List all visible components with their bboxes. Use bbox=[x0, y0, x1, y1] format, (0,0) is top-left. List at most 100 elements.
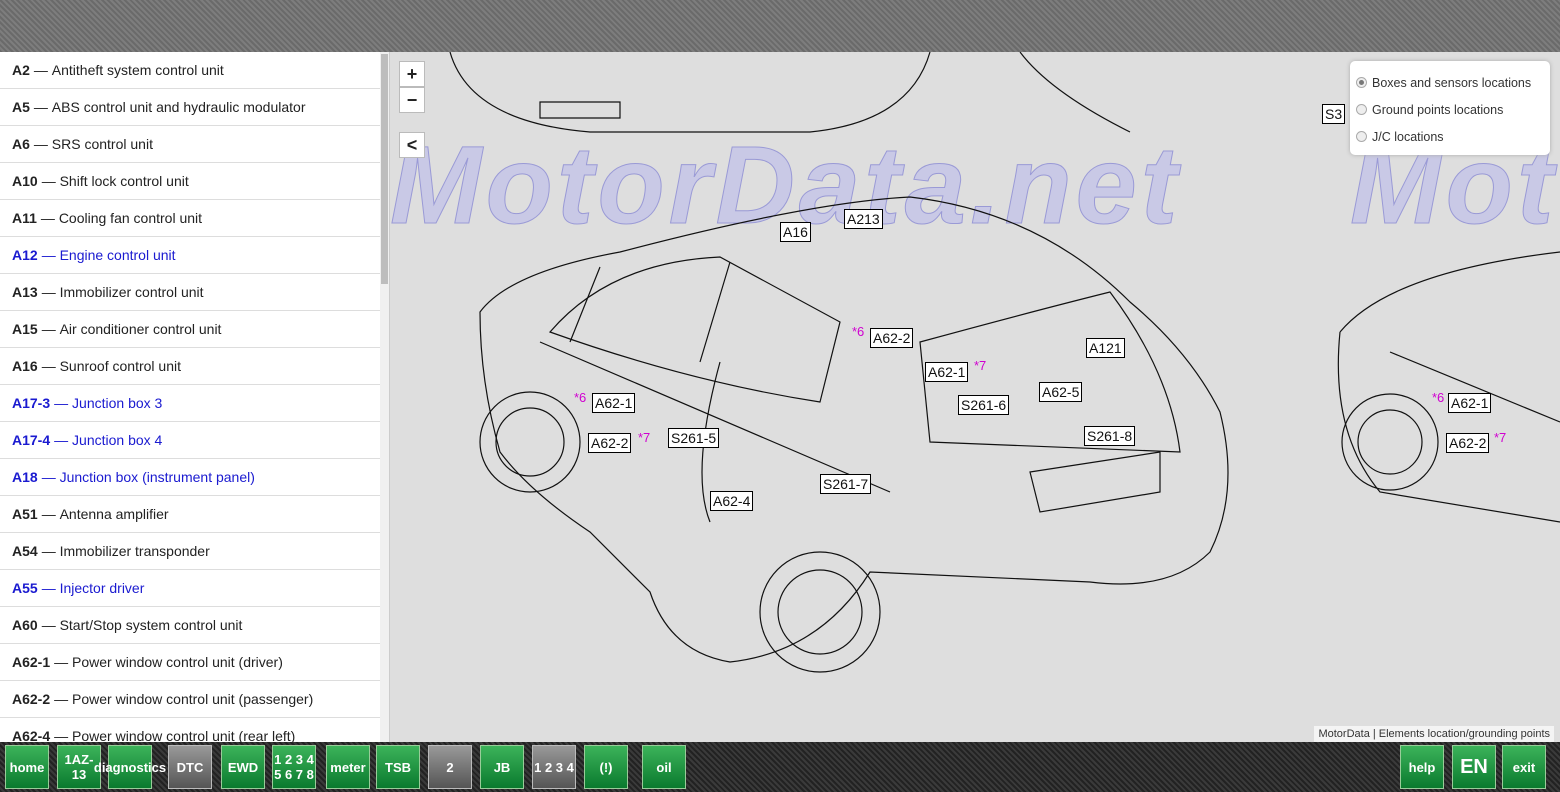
list-item[interactable]: A51— Antenna amplifier bbox=[0, 496, 389, 533]
item-separator: — bbox=[54, 728, 69, 742]
option-label: Boxes and sensors locations bbox=[1372, 75, 1532, 90]
location-label[interactable]: S3 bbox=[1322, 104, 1346, 124]
item-code: A15 bbox=[12, 321, 38, 337]
item-separator: — bbox=[41, 580, 56, 596]
help-button[interactable]: help bbox=[1400, 745, 1444, 789]
item-code: A18 bbox=[12, 469, 38, 485]
item-separator: — bbox=[41, 506, 56, 522]
toolbar-button-8[interactable]: 2 bbox=[428, 745, 472, 789]
location-label[interactable]: A62-1 bbox=[592, 393, 636, 413]
item-code: A54 bbox=[12, 543, 38, 559]
item-name: Shift lock control unit bbox=[59, 173, 189, 189]
location-label[interactable]: A16 bbox=[780, 222, 811, 242]
zoom-out-button[interactable]: − bbox=[399, 87, 425, 113]
item-separator: — bbox=[54, 432, 69, 448]
item-code: A10 bbox=[12, 173, 38, 189]
list-item[interactable]: A13— Immobilizer control unit bbox=[0, 274, 389, 311]
list-item[interactable]: A17-3— Junction box 3 bbox=[0, 385, 389, 422]
list-item[interactable]: A6— SRS control unit bbox=[0, 126, 389, 163]
list-item[interactable]: A17-4— Junction box 4 bbox=[0, 422, 389, 459]
item-name: SRS control unit bbox=[51, 136, 153, 152]
item-code: A62-1 bbox=[12, 654, 51, 670]
list-item[interactable]: A60— Start/Stop system control unit bbox=[0, 607, 389, 644]
toolbar-button-11[interactable]: (!) bbox=[584, 745, 628, 789]
item-name: Power window control unit (rear left) bbox=[72, 728, 296, 742]
list-item[interactable]: A11— Cooling fan control unit bbox=[0, 200, 389, 237]
location-label[interactable]: A62-5 bbox=[1039, 382, 1083, 402]
layer-option[interactable]: Boxes and sensors locations bbox=[1356, 69, 1544, 96]
item-separator: — bbox=[33, 62, 48, 78]
item-code: A60 bbox=[12, 617, 38, 633]
list-item[interactable]: A5— ABS control unit and hydraulic modul… bbox=[0, 89, 389, 126]
location-label[interactable]: S261-6 bbox=[958, 395, 1010, 415]
location-label[interactable]: A213 bbox=[844, 209, 883, 229]
location-label[interactable]: A62-1 bbox=[925, 362, 969, 382]
location-label[interactable]: A62-2 bbox=[1446, 433, 1490, 453]
item-name: Engine control unit bbox=[59, 247, 176, 263]
location-label[interactable]: A121 bbox=[1086, 338, 1125, 358]
layer-option[interactable]: J/C locations bbox=[1356, 123, 1544, 150]
radio-button[interactable] bbox=[1356, 104, 1367, 115]
footnote-marker: *7 bbox=[638, 430, 651, 445]
layer-option[interactable]: Ground points locations bbox=[1356, 96, 1544, 123]
location-label[interactable]: S261-8 bbox=[1084, 426, 1136, 446]
item-name: Cooling fan control unit bbox=[58, 210, 203, 226]
toolbar-button-3[interactable]: DTC bbox=[168, 745, 212, 789]
toolbar-button-0[interactable]: home bbox=[5, 745, 49, 789]
list-item[interactable]: A62-4— Power window control unit (rear l… bbox=[0, 718, 389, 742]
list-item[interactable]: A62-1— Power window control unit (driver… bbox=[0, 644, 389, 681]
list-item[interactable]: A2— Antitheft system control unit bbox=[0, 52, 389, 89]
toolbar-button-5[interactable]: 1 2 3 4 5 6 7 8 bbox=[272, 745, 316, 789]
item-separator: — bbox=[41, 321, 56, 337]
language-button[interactable]: EN bbox=[1452, 745, 1496, 789]
location-map[interactable]: MotorData.net MotorData.net + − < A16A21… bbox=[390, 52, 1560, 742]
item-code: A16 bbox=[12, 358, 38, 374]
list-item[interactable]: A55— Injector driver bbox=[0, 570, 389, 607]
location-label[interactable]: S261-7 bbox=[820, 474, 872, 494]
radio-button[interactable] bbox=[1356, 77, 1367, 88]
list-item[interactable]: A12— Engine control unit bbox=[0, 237, 389, 274]
item-separator: — bbox=[54, 654, 69, 670]
location-label[interactable]: A62-2 bbox=[588, 433, 632, 453]
item-name: Immobilizer control unit bbox=[59, 284, 204, 300]
location-label[interactable]: A62-1 bbox=[1448, 393, 1492, 413]
item-code: A62-2 bbox=[12, 691, 51, 707]
item-separator: — bbox=[33, 99, 48, 115]
list-item[interactable]: A16— Sunroof control unit bbox=[0, 348, 389, 385]
toolbar-button-4[interactable]: EWD bbox=[221, 745, 265, 789]
list-item[interactable]: A54— Immobilizer transponder bbox=[0, 533, 389, 570]
list-item[interactable]: A18— Junction box (instrument panel) bbox=[0, 459, 389, 496]
zoom-in-button[interactable]: + bbox=[399, 61, 425, 87]
list-item[interactable]: A10— Shift lock control unit bbox=[0, 163, 389, 200]
item-name: Antitheft system control unit bbox=[51, 62, 224, 78]
location-label[interactable]: A62-4 bbox=[710, 491, 754, 511]
toolbar-button-9[interactable]: JB bbox=[480, 745, 524, 789]
toolbar-button-6[interactable]: meter bbox=[326, 745, 370, 789]
option-label: Ground points locations bbox=[1372, 102, 1504, 117]
item-separator: — bbox=[41, 358, 56, 374]
item-name: Junction box 3 bbox=[72, 395, 163, 411]
footnote-marker: *6 bbox=[852, 324, 865, 339]
bottom-toolbar: home 1AZ-13 diagnostics DTC EWD 1 2 3 4 5 6 7… bbox=[0, 742, 1560, 792]
toolbar-button-10[interactable]: 1 2 3 4 bbox=[532, 745, 576, 789]
item-separator: — bbox=[41, 173, 56, 189]
scrollbar-thumb[interactable] bbox=[381, 54, 388, 284]
item-separator: — bbox=[33, 136, 48, 152]
toolbar-button-7[interactable]: TSB bbox=[376, 745, 420, 789]
layer-selector: Boxes and sensors locations Ground points… bbox=[1350, 61, 1550, 155]
item-name: Injector driver bbox=[59, 580, 145, 596]
credit-text: MotorData | Elements location/grounding … bbox=[1314, 726, 1554, 742]
list-item[interactable]: A15— Air conditioner control unit bbox=[0, 311, 389, 348]
exit-button[interactable]: exit bbox=[1502, 745, 1546, 789]
item-separator: — bbox=[40, 210, 55, 226]
item-separator: — bbox=[54, 395, 69, 411]
collapse-panel-button[interactable]: < bbox=[399, 132, 425, 158]
location-label[interactable]: S261-5 bbox=[668, 428, 720, 448]
toolbar-button-2[interactable]: diagnostics bbox=[94, 745, 166, 789]
list-item[interactable]: A62-2— Power window control unit (passen… bbox=[0, 681, 389, 718]
radio-button[interactable] bbox=[1356, 131, 1367, 142]
item-code: A17-3 bbox=[12, 395, 51, 411]
location-label[interactable]: A62-2 bbox=[870, 328, 914, 348]
item-name: Air conditioner control unit bbox=[59, 321, 222, 337]
toolbar-button-12[interactable]: oil bbox=[642, 745, 686, 789]
